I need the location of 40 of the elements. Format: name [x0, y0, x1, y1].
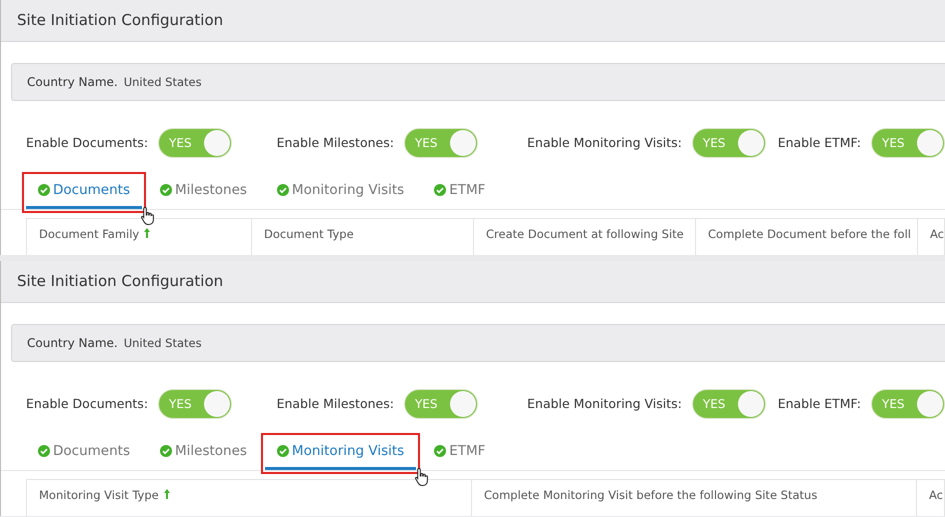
- column-header[interactable]: Complete Document before the foll: [708, 226, 911, 241]
- dialog-title: Site Initiation Configuration: [1, 0, 945, 42]
- column-header[interactable]: Document Type: [264, 226, 354, 241]
- check-circle-icon: [38, 444, 50, 457]
- check-circle-icon: [434, 184, 446, 196]
- column-header[interactable]: Complete Monitoring Visit before the following Site Status: [484, 488, 818, 502]
- hand-cursor-icon: [414, 466, 430, 487]
- tab[interactable]: Milestones: [148, 176, 259, 209]
- tab[interactable]: Milestones: [148, 436, 259, 470]
- toggle-label: Enable ETMF:: [778, 396, 861, 412]
- tab[interactable]: Documents: [26, 436, 142, 470]
- toggle-label: Enable ETMF:: [778, 135, 861, 150]
- hand-cursor-icon: [140, 206, 156, 226]
- toggle-label: Enable Milestones:: [276, 396, 394, 412]
- check-circle-icon: [160, 444, 172, 457]
- country-value: United States: [124, 336, 202, 350]
- column-header[interactable]: Create Document at following Site: [486, 226, 684, 241]
- toggle-label: Enable Documents:: [26, 135, 148, 150]
- tab[interactable]: ETMF: [422, 436, 498, 470]
- toggle-label: Enable Milestones:: [276, 135, 394, 150]
- toggle-label: Enable Monitoring Visits:: [527, 135, 682, 150]
- tab[interactable]: Monitoring Visits: [264, 436, 416, 470]
- tab[interactable]: Monitoring Visits: [264, 176, 416, 209]
- check-circle-icon: [38, 184, 50, 196]
- country-value: United States: [124, 74, 202, 89]
- column-header[interactable]: Monitoring Visit Type: [39, 488, 159, 502]
- dialog-title: Site Initiation Configuration: [1, 261, 945, 303]
- column-header[interactable]: Ac: [930, 226, 944, 241]
- check-circle-icon: [276, 184, 289, 196]
- toggle-label: Enable Documents:: [26, 396, 148, 412]
- country-label: Country Name.: [27, 74, 118, 89]
- column-header[interactable]: Ac: [929, 488, 943, 502]
- check-circle-icon: [276, 444, 289, 457]
- toggle-label: Enable Monitoring Visits:: [527, 396, 682, 412]
- country-label: Country Name.: [27, 336, 118, 350]
- check-circle-icon: [434, 444, 446, 457]
- tab[interactable]: ETMF: [422, 176, 498, 209]
- check-circle-icon: [160, 184, 172, 196]
- tab[interactable]: Documents: [26, 176, 142, 209]
- column-header[interactable]: Document Family: [39, 226, 140, 241]
